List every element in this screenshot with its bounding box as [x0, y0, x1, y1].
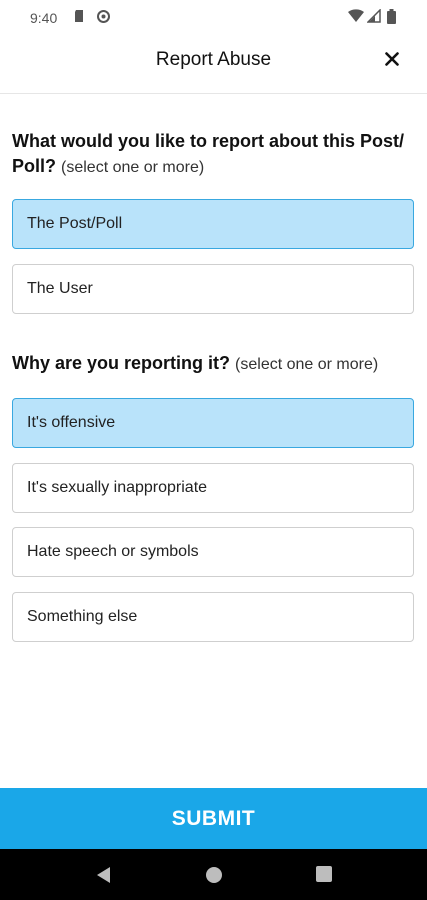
app-header: Report Abuse — [0, 36, 427, 94]
question-report-target: What would you like to report about this… — [12, 129, 422, 180]
option-sexually-inappropriate[interactable]: It's sexually inappropriate — [12, 463, 414, 513]
signal-icon — [366, 8, 381, 26]
option-something-else[interactable]: Something else — [12, 592, 414, 642]
close-button[interactable] — [379, 46, 405, 72]
option-label: Hate speech or symbols — [27, 543, 199, 560]
close-icon — [385, 52, 399, 66]
option-post-poll[interactable]: The Post/Poll — [12, 199, 414, 249]
option-label: The Post/Poll — [27, 215, 123, 232]
recents-icon[interactable] — [315, 865, 335, 885]
navigation-bar — [0, 849, 427, 900]
option-offensive[interactable]: It's offensive — [12, 398, 414, 448]
status-bar: 9:40 — [0, 0, 427, 36]
status-time: 9:40 — [30, 10, 58, 26]
question-hint: (select one or more) — [235, 356, 379, 373]
sd-card-icon — [73, 9, 85, 26]
page-title: Report Abuse — [155, 49, 272, 70]
home-icon[interactable] — [204, 865, 224, 885]
sync-icon — [96, 9, 111, 27]
question-hint: (select one or more) — [61, 159, 205, 176]
option-label: It's offensive — [27, 414, 116, 431]
submit-button[interactable]: SUBMIT — [0, 788, 427, 849]
option-label: Something else — [27, 608, 138, 625]
battery-icon — [387, 9, 396, 27]
wifi-icon — [348, 9, 364, 26]
option-label: It's sexually inappropriate — [27, 479, 208, 496]
question-report-reason: Why are you reporting it? (select one or… — [12, 351, 422, 377]
option-label: The User — [27, 280, 93, 297]
question-text: Why are you reporting it? — [12, 353, 231, 373]
back-icon[interactable] — [94, 865, 114, 885]
option-hate-speech[interactable]: Hate speech or symbols — [12, 527, 414, 577]
option-user[interactable]: The User — [12, 264, 414, 314]
